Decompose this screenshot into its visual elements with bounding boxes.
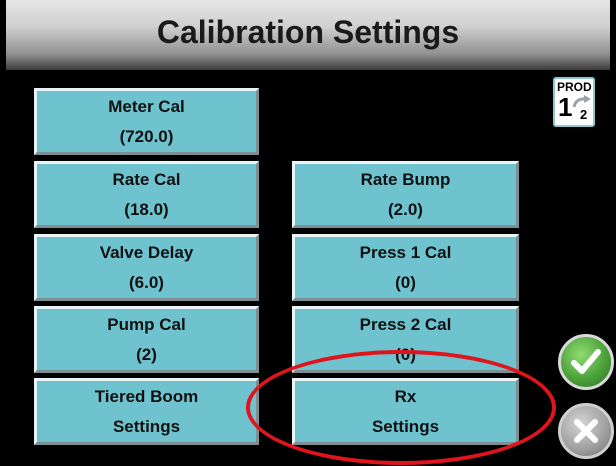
pump-cal-button[interactable]: Pump Cal (2) <box>34 306 259 373</box>
valve-delay-button[interactable]: Valve Delay (6.0) <box>34 234 259 301</box>
rate-bump-button[interactable]: Rate Bump (2.0) <box>292 161 519 228</box>
meter-cal-label: Meter Cal <box>108 96 185 116</box>
accept-button[interactable] <box>558 334 614 390</box>
press-1-cal-value: (0) <box>395 272 416 292</box>
product-other-number: 2 <box>580 107 588 122</box>
press-1-cal-button[interactable]: Press 1 Cal (0) <box>292 234 519 301</box>
pump-cal-label: Pump Cal <box>107 314 186 334</box>
tiered-boom-settings-button[interactable]: Tiered Boom Settings <box>34 378 259 445</box>
press-2-cal-button[interactable]: Press 2 Cal (0) <box>292 306 519 373</box>
tiered-boom-label: Tiered Boom <box>94 386 199 406</box>
rate-bump-value: (2.0) <box>388 199 423 219</box>
product-toggle-icon[interactable]: PROD 1 2 <box>553 77 595 127</box>
checkmark-icon <box>571 349 601 374</box>
cancel-button[interactable] <box>558 403 614 459</box>
rx-label: Rx <box>394 386 417 406</box>
page-title: Calibration Settings <box>156 13 460 50</box>
pump-cal-value: (2) <box>136 344 157 364</box>
valve-delay-value: (6.0) <box>129 272 164 292</box>
rate-cal-button[interactable]: Rate Cal (18.0) <box>34 161 259 228</box>
tiered-boom-sub-label: Settings <box>112 416 181 436</box>
meter-cal-button[interactable]: Meter Cal (720.0) <box>34 88 259 155</box>
press-1-cal-label: Press 1 Cal <box>359 242 452 262</box>
meter-cal-value: (720.0) <box>119 126 174 146</box>
rx-settings-button[interactable]: Rx Settings <box>292 378 519 445</box>
valve-delay-label: Valve Delay <box>99 242 194 262</box>
x-icon <box>574 419 598 443</box>
rate-bump-label: Rate Bump <box>360 169 451 189</box>
rate-cal-label: Rate Cal <box>112 169 181 189</box>
press-2-cal-value: (0) <box>395 344 416 364</box>
product-current-number: 1 <box>558 92 573 122</box>
header-bar: Calibration Settings <box>6 0 610 70</box>
calibration-settings-screen: Calibration Settings Meter Cal (720.0) R… <box>0 0 616 466</box>
rx-sub-label: Settings <box>371 416 440 436</box>
press-2-cal-label: Press 2 Cal <box>359 314 452 334</box>
rate-cal-value: (18.0) <box>124 199 169 219</box>
